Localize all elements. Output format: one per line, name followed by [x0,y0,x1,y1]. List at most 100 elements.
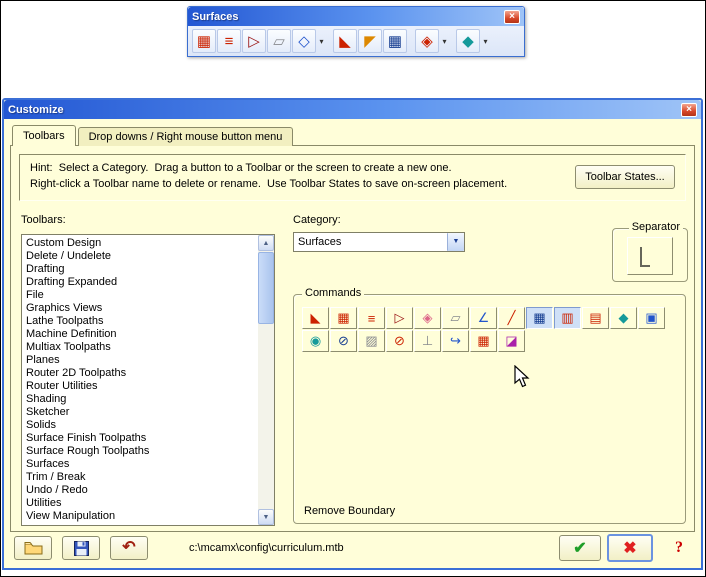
list-item[interactable]: Undo / Redo [23,484,257,497]
toolbar-button[interactable]: ◇ [292,29,316,53]
toolbar-states-button[interactable]: Toolbar States... [575,165,675,189]
list-item[interactable]: Surface Rough Toolpaths [23,445,257,458]
list-item[interactable]: File [23,289,257,302]
command-button[interactable]: ▣ [638,307,665,329]
list-item[interactable]: Utilities [23,497,257,510]
tab-dropdowns-menu[interactable]: Drop downs / Right mouse button menu [77,127,294,146]
command-button[interactable]: ▥ [554,307,581,329]
command-button[interactable]: ▨ [358,330,385,352]
surfaces-toolbar-titlebar[interactable]: Surfaces × [188,7,524,26]
list-item[interactable]: Router 2D Toolpaths [23,367,257,380]
command-button[interactable]: ▦ [330,307,357,329]
check-icon: ✔ [573,540,587,557]
dropdown-arrow-icon[interactable]: ▾ [317,37,326,46]
toolbar-button[interactable]: ◣ [333,29,357,53]
net-surface-icon: ◇ [298,33,310,50]
cancel-button[interactable]: ✖ [607,534,653,562]
toolbar-button[interactable]: ▱ [267,29,291,53]
command-button[interactable]: ▱ [442,307,469,329]
surfaces-toolbar-buttons: ▦ ≡ ▷ ▱ ◇ ▾ ◣ ◤ ▦ ◈ ▾ ◆ ▾ [188,26,524,56]
toolbar-button[interactable]: ▷ [242,29,266,53]
toolbar-button[interactable]: ◈ [415,29,439,53]
surfaces-toolbar-close-button[interactable]: × [504,9,520,24]
command-button[interactable]: ▦ [526,307,553,329]
toolbar-button[interactable]: ◆ [456,29,480,53]
list-item[interactable]: Drafting Expanded [23,276,257,289]
command-button[interactable]: ⊥ [414,330,441,352]
list-item[interactable]: Delete / Undelete [23,250,257,263]
dropdown-arrow-icon[interactable]: ▾ [481,37,490,46]
chevron-down-icon[interactable]: ▼ [447,233,464,251]
toolbar-button[interactable]: ≡ [217,29,241,53]
command-button[interactable]: ▤ [582,307,609,329]
separator-group-label: Separator [628,221,683,233]
blade-icon: ▷ [394,310,405,325]
flat-boundary-icon: ▤ [589,310,602,325]
customize-dialog: Customize × Toolbars Drop downs / Right … [2,98,703,570]
dialog-body: Toolbars Drop downs / Right mouse button… [4,119,701,568]
fan-surface-icon: ◤ [364,33,376,50]
command-button[interactable]: ╱ [498,307,525,329]
dropdown-arrow-icon[interactable]: ▾ [440,37,449,46]
command-button[interactable]: ∠ [470,307,497,329]
scrollbar[interactable]: ▲ ▼ [258,235,274,525]
ok-button[interactable]: ✔ [559,535,601,561]
list-item[interactable]: Planes [23,354,257,367]
list-item[interactable]: View Manipulation [23,510,257,523]
command-button[interactable]: ↪ [442,330,469,352]
list-item[interactable]: Graphics Views [23,302,257,315]
command-button[interactable]: ◪ [498,330,525,352]
list-item[interactable]: Sketcher [23,406,257,419]
toolbar-separator [408,30,415,52]
command-button[interactable]: ≡ [358,307,385,329]
list-item[interactable]: Surfaces [23,458,257,471]
command-button[interactable]: ◆ [610,307,637,329]
remove-boundary-icon: ⊘ [338,333,349,348]
list-item[interactable]: Trim / Break [23,471,257,484]
separator-button[interactable] [627,237,673,275]
dialog-close-button[interactable]: × [681,102,697,117]
list-item[interactable]: Lathe Toolpaths [23,315,257,328]
pencil-icon: ╱ [507,310,516,325]
cross-icon: ✖ [623,540,637,557]
scroll-up-icon[interactable]: ▲ [258,235,274,251]
eraser-icon: ▱ [273,33,285,50]
help-button[interactable]: ? [667,536,691,560]
open-file-button[interactable] [14,536,52,560]
swept-surface-icon: ◈ [421,33,433,50]
primitive-block-icon: ▣ [645,310,658,325]
list-item[interactable]: Drafting [23,263,257,276]
command-button[interactable]: ⊘ [330,330,357,352]
close-icon: × [686,103,692,115]
commands-group-label: Commands [302,287,365,299]
toolbar-button[interactable]: ◤ [358,29,382,53]
toolbar-button[interactable]: ▦ [383,29,407,53]
command-button[interactable]: ▷ [386,307,413,329]
command-button[interactable]: ◣ [302,307,329,329]
command-button[interactable]: ◈ [414,307,441,329]
undo-button[interactable]: ↶ [110,536,148,560]
save-button[interactable] [62,536,100,560]
command-button[interactable]: ▦ [470,330,497,352]
toolbar-button[interactable]: ▦ [192,29,216,53]
list-item[interactable]: Machine Definition [23,328,257,341]
command-button[interactable]: ⊘ [386,330,413,352]
tab-toolbars[interactable]: Toolbars [12,125,76,146]
list-item[interactable]: Surface Finish Toolpaths [23,432,257,445]
list-item[interactable]: Multiax Toolpaths [23,341,257,354]
command-hint-text: Remove Boundary [304,505,396,517]
list-item[interactable]: Solids [23,419,257,432]
category-dropdown[interactable]: Surfaces ▼ [293,232,465,252]
surface-grid-icon: ▦ [196,33,212,50]
scrollbar-thumb[interactable] [258,252,274,324]
ruler-icon: ∠ [477,310,490,325]
list-item[interactable]: Router Utilities [23,380,257,393]
dialog-titlebar[interactable]: Customize × [4,100,701,119]
command-button[interactable]: ◉ [302,330,329,352]
scroll-down-icon[interactable]: ▼ [258,509,274,525]
export-arrow-icon: ↪ [450,333,461,348]
list-item[interactable]: Custom Design [23,237,257,250]
floppy-disk-icon [73,540,89,556]
dialog-title: Customize [8,103,64,116]
list-item[interactable]: Shading [23,393,257,406]
